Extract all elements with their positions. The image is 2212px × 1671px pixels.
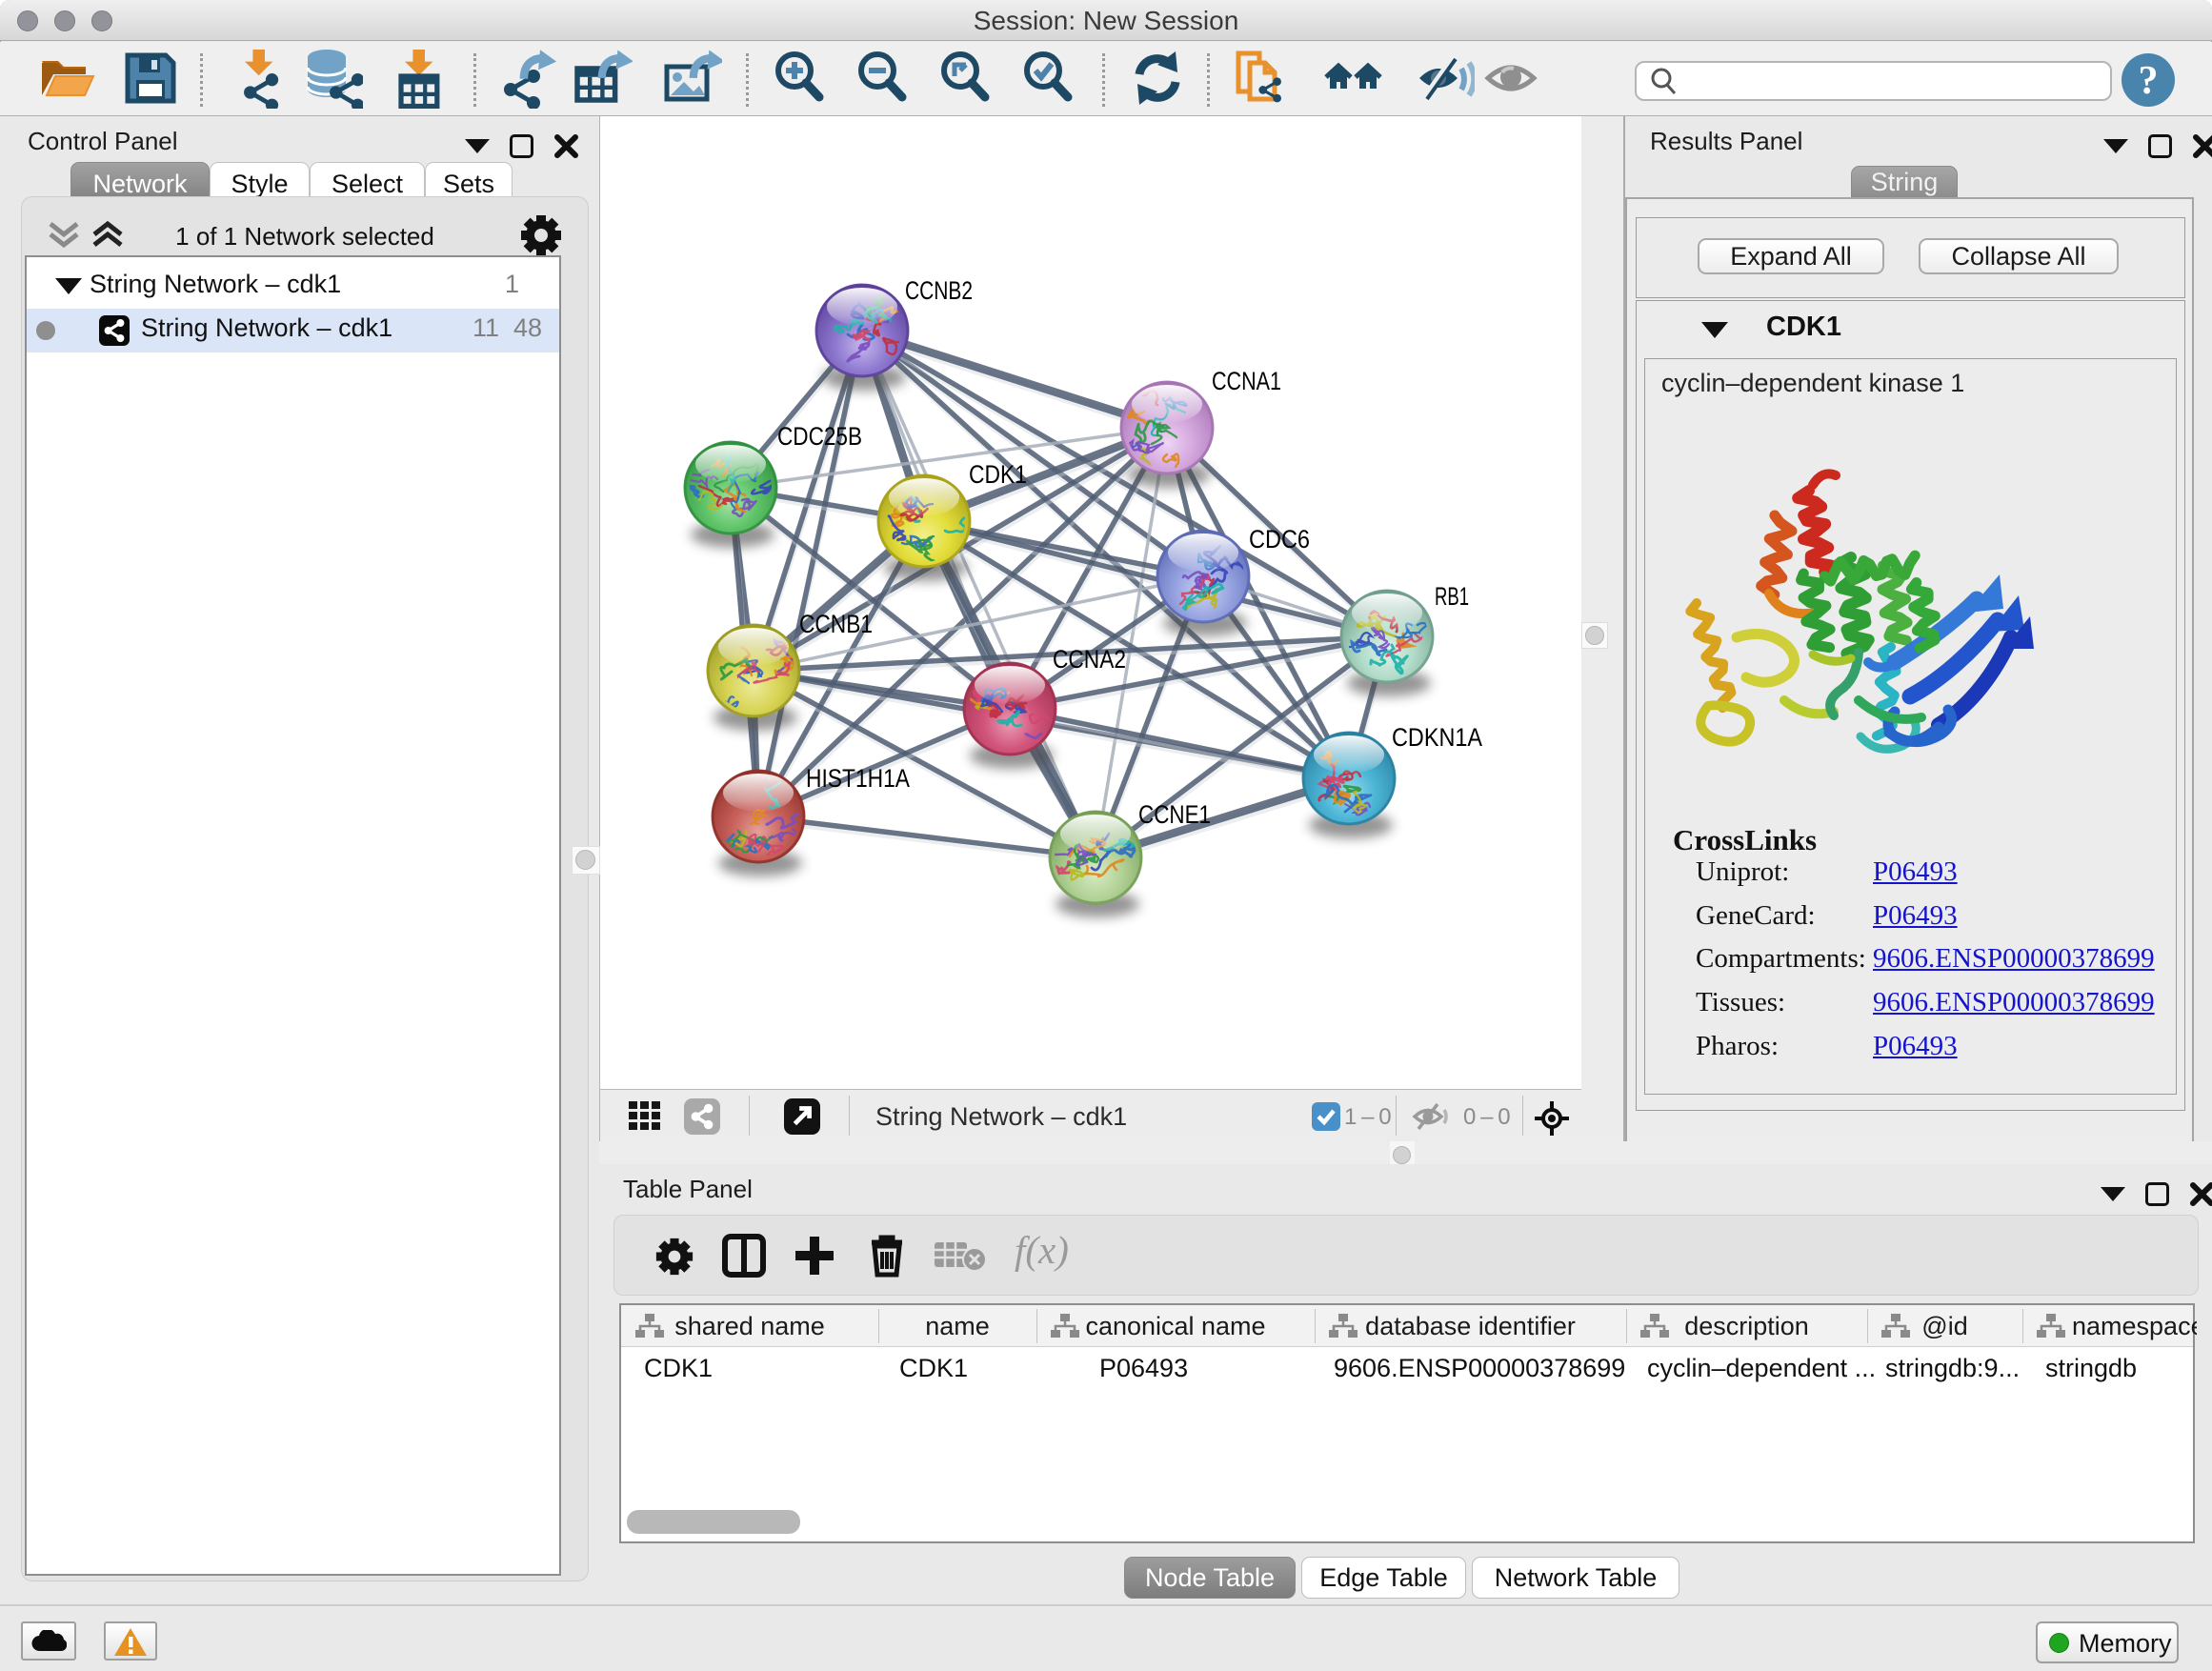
svg-text:CDC6: CDC6 xyxy=(1249,525,1310,554)
svg-text:CCNB1: CCNB1 xyxy=(799,610,873,638)
svg-text:CCNE1: CCNE1 xyxy=(1138,800,1211,829)
svg-text:HIST1H1A: HIST1H1A xyxy=(806,764,910,793)
svg-text:CDK1: CDK1 xyxy=(969,460,1027,489)
svg-text:CDC25B: CDC25B xyxy=(777,422,862,451)
svg-text:?: ? xyxy=(2139,59,2159,103)
svg-text:CDKN1A: CDKN1A xyxy=(1392,723,1482,752)
svg-text:CCNA1: CCNA1 xyxy=(1212,367,1281,395)
svg-text:RB1: RB1 xyxy=(1435,582,1469,611)
svg-text:CCNB2: CCNB2 xyxy=(905,276,973,305)
svg-text:CCNA2: CCNA2 xyxy=(1053,645,1126,674)
